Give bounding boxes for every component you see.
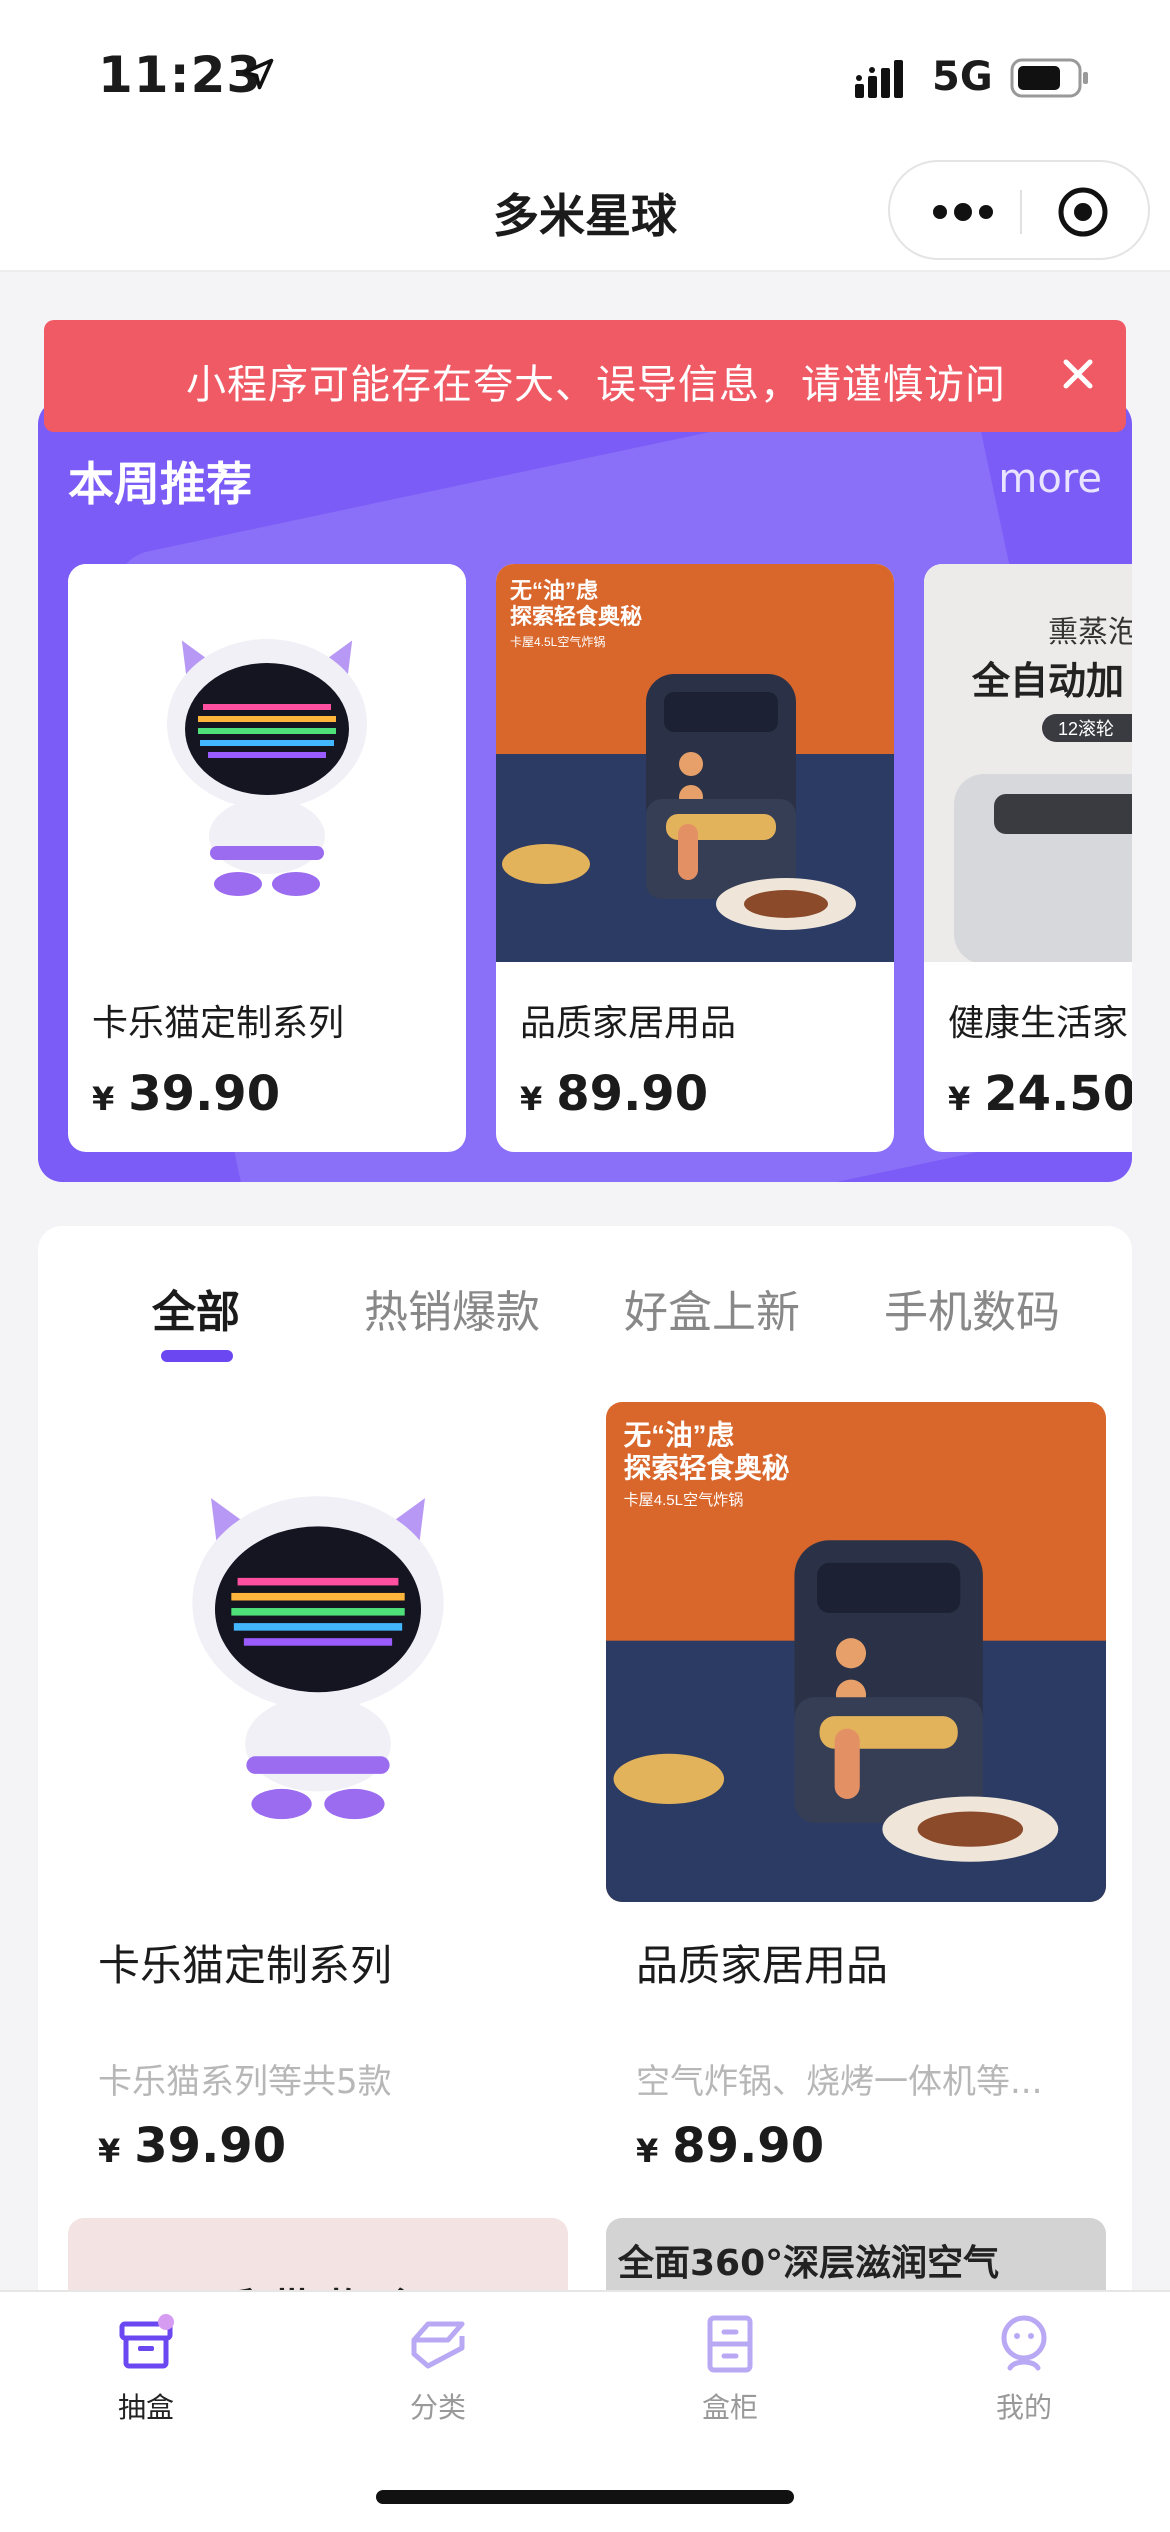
more-options-icon[interactable] xyxy=(928,192,998,232)
svg-text:全自动加: 全自动加 xyxy=(971,660,1124,703)
svg-text:熏蒸泡: 熏蒸泡 xyxy=(1048,616,1132,649)
tab-new[interactable]: 好盒上新 xyxy=(624,1276,800,1340)
tab-all[interactable]: 全部 xyxy=(152,1276,240,1340)
signal-icon xyxy=(855,60,903,98)
close-miniprogram-icon[interactable] xyxy=(1055,184,1111,240)
air-fryer-image: 无“油”虑 探索轻食奥秘 卡屋4.5L空气炸锅 xyxy=(496,564,894,962)
warning-banner: 小程序可能存在夸大、误导信息，请谨慎访问 xyxy=(44,320,1126,432)
product-price: ¥24.50 xyxy=(948,1066,1132,1122)
air-fryer-image: 无“油”虑 探索轻食奥秘 卡屋4.5L空气炸锅 xyxy=(606,1402,1106,1902)
active-tab-indicator xyxy=(161,1350,233,1362)
product-desc: 空气炸锅、烧烤一体机等... xyxy=(636,2062,1043,2102)
robot-cat-image xyxy=(68,564,466,962)
close-icon[interactable] xyxy=(1054,350,1102,398)
tabbar-label: 抽盒 xyxy=(117,2391,174,2424)
product-card[interactable]: 卡乐猫定制系列 卡乐猫系列等共5款 ¥39.90 xyxy=(68,1402,568,2174)
product-card[interactable]: 无“油”虑 探索轻食奥秘 卡屋4.5L空气炸锅 品质家居用品 空气炸锅、烧烤一体… xyxy=(606,1402,1106,2174)
mini-program-capsule xyxy=(888,160,1150,260)
product-price: ¥89.90 xyxy=(520,1066,709,1122)
product-name: 品质家居用品 xyxy=(636,1941,889,1990)
product-price: ¥39.90 xyxy=(92,1066,281,1122)
product-card-peek[interactable]: 手 带 物 令 xyxy=(68,2218,568,2298)
network-type: 5G xyxy=(932,54,993,100)
weekly-recommend-panel: 本周推荐 more 卡乐猫定制系列 ¥39.90 无“油”虑 探索轻食奥秘 卡屋… xyxy=(38,400,1132,1182)
product-name: 卡乐猫定制系列 xyxy=(92,1003,345,1044)
box-icon xyxy=(119,2314,174,2369)
section-title: 本周推荐 xyxy=(68,457,252,511)
foot-bath-image: 熏蒸泡 全自动加 12滚轮 xyxy=(924,564,1132,962)
home-indicator xyxy=(376,2490,794,2504)
status-time: 11:23 xyxy=(98,46,263,104)
svg-text:12滚轮: 12滚轮 xyxy=(1058,719,1114,739)
product-card-peek[interactable]: 全面360°深层滋润空气 xyxy=(606,2218,1106,2298)
weekly-card[interactable]: 卡乐猫定制系列 ¥39.90 xyxy=(68,564,466,1152)
tab-hot[interactable]: 热销爆款 xyxy=(364,1276,540,1340)
status-bar: 11:23 5G xyxy=(0,0,1170,150)
tabbar-label: 我的 xyxy=(995,2391,1052,2424)
weekly-card[interactable]: 无“油”虑 探索轻食奥秘 卡屋4.5L空气炸锅 品质家居用品 ¥89.90 xyxy=(496,564,894,1152)
capsule-divider xyxy=(1020,190,1022,234)
robot-cat-image xyxy=(68,1402,568,1902)
tabbar-label: 分类 xyxy=(409,2391,466,2424)
svg-text:无“油”虑: 无“油”虑 xyxy=(624,1420,735,1451)
location-arrow-icon xyxy=(242,58,274,90)
more-link[interactable]: more xyxy=(998,456,1102,502)
cabinet-icon xyxy=(707,2315,753,2373)
warning-text: 小程序可能存在夸大、误导信息，请谨慎访问 xyxy=(186,362,1006,408)
product-name: 卡乐猫定制系列 xyxy=(98,1941,393,1990)
product-name: 健康生活家 xyxy=(948,1003,1129,1044)
svg-text:卡屋4.5L空气炸锅: 卡屋4.5L空气炸锅 xyxy=(510,634,605,649)
category-tabs: 全部 热销爆款 好盒上新 手机数码 xyxy=(38,1276,1132,1356)
weekly-card[interactable]: 熏蒸泡 全自动加 12滚轮 健康生活家 ¥24.50 xyxy=(924,564,1132,1152)
tabbar-item-mine[interactable]: 我的 xyxy=(954,2312,1094,2432)
nav-bar: 多米星球 xyxy=(0,150,1170,272)
tabbar-label: 盒柜 xyxy=(701,2391,758,2424)
product-name: 品质家居用品 xyxy=(520,1003,737,1044)
svg-text:探索轻食奥秘: 探索轻食奥秘 xyxy=(624,1452,790,1483)
svg-text:卡屋4.5L空气炸锅: 卡屋4.5L空气炸锅 xyxy=(624,1492,744,1509)
battery-icon xyxy=(1010,58,1088,98)
svg-text:探索轻食奥秘: 探索轻食奥秘 xyxy=(510,604,642,629)
tabbar-item-category[interactable]: 分类 xyxy=(368,2312,508,2432)
peek-text: 全面360°深层滋润空气 xyxy=(618,2243,1000,2284)
product-price: ¥89.90 xyxy=(636,2118,825,2174)
tab-digital[interactable]: 手机数码 xyxy=(884,1276,1060,1340)
product-desc: 卡乐猫系列等共5款 xyxy=(98,2062,392,2102)
product-price: ¥39.90 xyxy=(98,2118,287,2174)
category-icon xyxy=(411,2321,465,2369)
profile-icon xyxy=(1001,2315,1047,2371)
tabbar-item-draw-box[interactable]: 抽盒 xyxy=(76,2312,216,2432)
svg-text:无“油”虑: 无“油”虑 xyxy=(510,578,598,603)
tabbar-item-box-cabinet[interactable]: 盒柜 xyxy=(660,2312,800,2432)
